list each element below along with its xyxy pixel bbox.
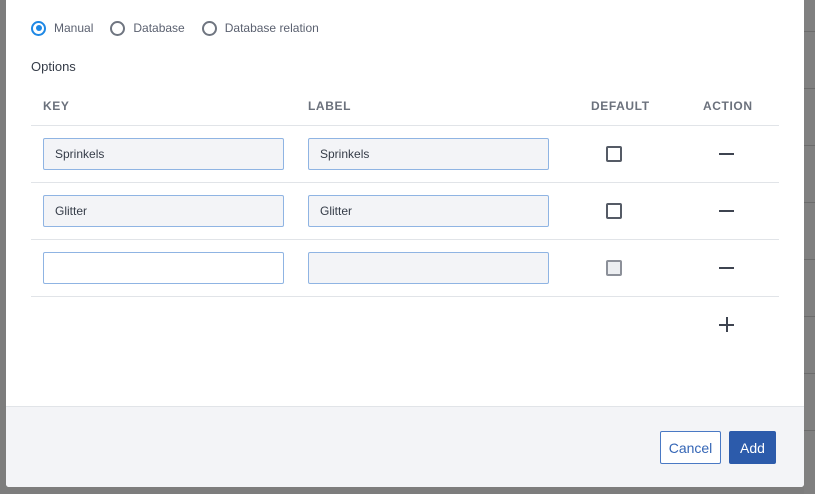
radio-manual-indicator[interactable] <box>31 20 46 36</box>
cancel-button[interactable]: Cancel <box>660 431 721 464</box>
background-divider <box>804 259 815 260</box>
background-divider <box>804 202 815 203</box>
radio-database-label: Database <box>133 21 185 35</box>
header-default: DEFAULT <box>591 99 650 113</box>
background-divider <box>804 88 815 89</box>
background-divider <box>804 316 815 317</box>
add-options-dialog: Manual Database Database relation Option… <box>6 0 804 487</box>
radio-database-relation-indicator[interactable] <box>201 20 217 36</box>
remove-row-icon[interactable] <box>719 267 734 269</box>
default-checkbox[interactable] <box>606 260 622 276</box>
table-row <box>31 240 779 297</box>
radio-database[interactable]: Database <box>110 20 185 36</box>
radio-database-indicator[interactable] <box>110 20 126 36</box>
add-button[interactable]: Add <box>729 431 776 464</box>
header-label: LABEL <box>308 99 351 113</box>
table-row: Glitter Glitter <box>31 183 779 240</box>
header-action: ACTION <box>703 99 753 113</box>
options-heading: Options <box>31 59 76 74</box>
label-input[interactable]: Sprinkels <box>308 138 549 170</box>
label-input[interactable] <box>308 252 549 284</box>
background-divider <box>804 145 815 146</box>
add-row-area <box>31 297 779 353</box>
background-divider <box>804 430 815 431</box>
radio-database-relation[interactable]: Database relation <box>201 20 319 36</box>
dialog-footer: Cancel Add <box>6 406 804 487</box>
options-table: KEY LABEL DEFAULT ACTION Sprinkels Sprin… <box>31 90 779 353</box>
remove-row-icon[interactable] <box>719 153 734 155</box>
background-divider <box>804 373 815 374</box>
background-page <box>804 0 815 494</box>
key-input[interactable]: Sprinkels <box>43 138 284 170</box>
default-checkbox[interactable] <box>606 203 622 219</box>
radio-manual[interactable]: Manual <box>31 20 94 36</box>
key-input[interactable]: Glitter <box>43 195 284 227</box>
radio-database-relation-label: Database relation <box>224 21 319 35</box>
add-row-plus-icon[interactable] <box>719 317 734 332</box>
table-row: Sprinkels Sprinkels <box>31 126 779 183</box>
label-input[interactable]: Glitter <box>308 195 549 227</box>
remove-row-icon[interactable] <box>719 210 734 212</box>
background-divider <box>804 31 815 32</box>
radio-manual-label: Manual <box>54 21 94 35</box>
default-checkbox[interactable] <box>606 146 622 162</box>
header-key: KEY <box>43 99 70 113</box>
source-radio-group: Manual Database Database relation <box>31 20 336 36</box>
key-input[interactable] <box>43 252 284 284</box>
options-table-header: KEY LABEL DEFAULT ACTION <box>31 90 779 126</box>
